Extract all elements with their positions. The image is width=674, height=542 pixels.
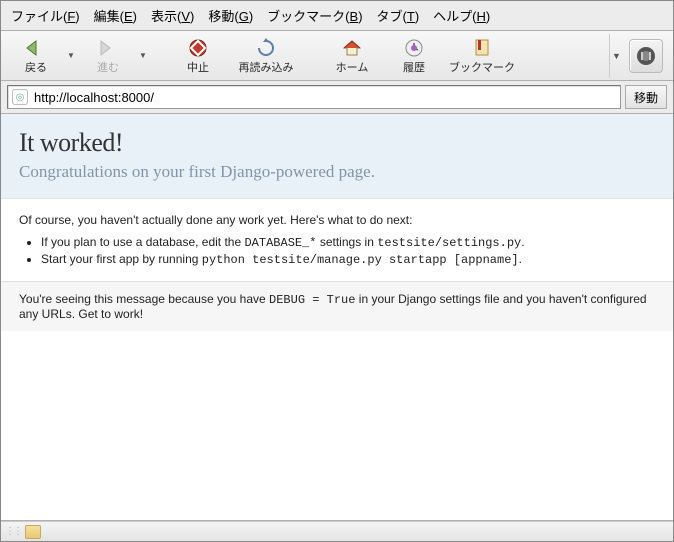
home-icon — [340, 37, 364, 59]
page-content: It worked! Congratulations on your first… — [1, 114, 673, 521]
forward-button[interactable]: 進む — [77, 34, 139, 78]
history-label: 履歴 — [403, 59, 425, 75]
folder-icon[interactable] — [25, 525, 41, 539]
instruction-item: Start your first app by running python t… — [41, 252, 655, 267]
forward-label: 進む — [97, 59, 119, 75]
home-label: ホーム — [336, 59, 369, 75]
bookmarks-icon — [470, 37, 494, 59]
url-text: http://localhost:8000/ — [34, 90, 154, 105]
menu-file[interactable]: ファイル(F) — [5, 4, 86, 27]
menu-edit[interactable]: 編集(E) — [88, 4, 143, 27]
history-button[interactable]: 履歴 — [383, 34, 445, 78]
home-button[interactable]: ホーム — [321, 34, 383, 78]
reload-label: 再読み込み — [239, 59, 294, 75]
menu-bookmarks[interactable]: ブックマーク(B) — [261, 4, 368, 27]
menu-help[interactable]: ヘルプ(H) — [427, 4, 496, 27]
menu-go[interactable]: 移動(G) — [202, 4, 259, 27]
page-subtitle: Congratulations on your first Django-pow… — [19, 162, 655, 182]
toolbar-overflow[interactable]: ▼ — [609, 34, 623, 78]
welcome-header: It worked! Congratulations on your first… — [1, 114, 673, 199]
back-dropdown[interactable]: ▼ — [67, 51, 77, 60]
bookmarks-label: ブックマーク — [449, 59, 515, 75]
debug-notice: You're seeing this message because you h… — [1, 282, 673, 331]
forward-arrow-icon — [96, 37, 120, 59]
back-label: 戻る — [25, 59, 47, 75]
status-bar: ⋮⋮ — [1, 521, 673, 541]
favicon-icon: ◎ — [12, 89, 28, 105]
menu-view[interactable]: 表示(V) — [145, 4, 200, 27]
url-input[interactable]: ◎ http://localhost:8000/ — [7, 85, 621, 109]
reload-button[interactable]: 再読み込み — [229, 34, 303, 78]
stop-button[interactable]: 中止 — [167, 34, 229, 78]
instructions: Of course, you haven't actually done any… — [1, 199, 673, 282]
menubar: ファイル(F) 編集(E) 表示(V) 移動(G) ブックマーク(B) タブ(T… — [1, 1, 673, 31]
go-label: 移動 — [634, 89, 658, 106]
throbber-icon — [629, 39, 663, 73]
go-button[interactable]: 移動 — [625, 85, 667, 109]
instruction-item: If you plan to use a database, edit the … — [41, 235, 655, 250]
stop-label: 中止 — [187, 59, 209, 75]
address-bar: ◎ http://localhost:8000/ 移動 — [1, 81, 673, 114]
back-arrow-icon — [24, 37, 48, 59]
reload-icon — [254, 37, 278, 59]
forward-dropdown[interactable]: ▼ — [139, 51, 149, 60]
bookmarks-button[interactable]: ブックマーク — [445, 34, 519, 78]
grip-icon: ⋮⋮ — [5, 526, 21, 537]
intro-text: Of course, you haven't actually done any… — [19, 213, 655, 227]
history-icon — [402, 37, 426, 59]
page-title: It worked! — [19, 128, 655, 158]
menu-tabs[interactable]: タブ(T) — [371, 4, 426, 27]
toolbar: 戻る ▼ 進む ▼ 中止 再読み込み ホーム 履歴 ブックマーク ▼ — [1, 31, 673, 81]
back-button[interactable]: 戻る — [5, 34, 67, 78]
stop-icon — [186, 37, 210, 59]
